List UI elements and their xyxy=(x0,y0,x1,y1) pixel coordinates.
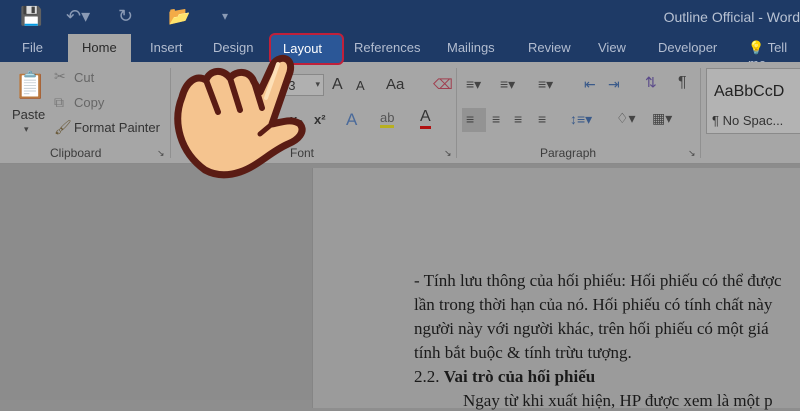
paste-button[interactable]: Paste xyxy=(12,107,45,122)
tab-mailings[interactable]: Mailings xyxy=(447,40,495,55)
tab-home[interactable]: Home xyxy=(68,34,131,62)
increase-indent-icon[interactable]: ⇥ xyxy=(608,76,620,93)
save-icon[interactable]: 💾 xyxy=(20,6,42,27)
document-line: Ngay từ khi xuất hiện, HP được xem là mộ… xyxy=(463,391,773,410)
style-preview: AaBbCcD xyxy=(714,83,785,100)
document-page[interactable]: - Tính lưu thông của hối phiếu: Hối phiế… xyxy=(312,168,800,410)
clear-formatting-icon[interactable]: ⌫ xyxy=(433,76,453,93)
ribbon: 📋 Paste ▾ ✂ Cut ⧉ Copy 🖌 Format Painter … xyxy=(0,62,800,164)
undo-icon[interactable]: ↶▾ xyxy=(66,6,90,27)
title-bar: 💾 ↶▾ ↻ 📂 ▾ Outline Official - Word xyxy=(0,0,800,34)
style-name: ¶ No Spac... xyxy=(712,113,784,128)
customize-toolbar-icon[interactable]: ▾ xyxy=(222,9,228,23)
cut-button[interactable]: Cut xyxy=(74,70,94,85)
shrink-font-button[interactable]: A xyxy=(356,78,365,93)
cut-icon: ✂ xyxy=(54,68,66,84)
divider xyxy=(456,68,457,158)
tab-view[interactable]: View xyxy=(598,40,626,55)
align-right-icon[interactable]: ≡ xyxy=(514,111,522,127)
decrease-indent-icon[interactable]: ⇤ xyxy=(584,76,596,93)
paste-dropdown-icon[interactable]: ▾ xyxy=(24,124,29,135)
copy-button[interactable]: Copy xyxy=(74,95,104,110)
line-spacing-icon[interactable]: ↕≡▾ xyxy=(570,111,592,128)
paragraph-launcher-icon[interactable]: ↘ xyxy=(688,148,696,159)
copy-icon: ⧉ xyxy=(54,94,64,110)
window-title: Outline Official - Word xyxy=(663,9,800,25)
pointing-hand-icon xyxy=(174,54,306,179)
tab-file[interactable]: File xyxy=(22,40,43,55)
tab-references[interactable]: References xyxy=(354,40,420,55)
paragraph-group-label: Paragraph xyxy=(540,146,597,160)
tab-review[interactable]: Review xyxy=(528,40,571,55)
document-line: tính bắt buộc & tính trừu tượng. xyxy=(414,343,632,362)
shading-icon[interactable]: ♢▾ xyxy=(616,110,636,127)
document-line: người này với người khác, trên hối phiếu… xyxy=(414,319,769,338)
align-center-icon[interactable]: ≡ xyxy=(492,111,500,127)
document-line: lần trong thời hạn của nó. Hối phiếu có … xyxy=(414,295,773,314)
font-launcher-icon[interactable]: ↘ xyxy=(444,148,452,159)
document-area: - Tính lưu thông của hối phiếu: Hối phiế… xyxy=(0,164,800,410)
ribbon-tabs: File Home Insert Design Layout Reference… xyxy=(0,33,800,71)
clipboard-group-label: Clipboard xyxy=(50,146,102,160)
highlight-color-icon[interactable]: ab xyxy=(380,110,395,128)
justify-icon[interactable]: ≡ xyxy=(538,111,546,127)
font-color-icon[interactable]: A xyxy=(420,108,431,129)
format-painter-button[interactable]: Format Painter xyxy=(74,120,160,135)
paste-icon[interactable]: 📋 xyxy=(14,70,46,101)
open-folder-icon[interactable]: 📂 xyxy=(168,6,190,27)
redo-icon[interactable]: ↻ xyxy=(118,6,133,27)
document-line: - Tính lưu thông của hối phiếu: Hối phiế… xyxy=(414,271,782,290)
show-formatting-icon[interactable]: ¶ xyxy=(678,74,687,92)
multilevel-list-icon[interactable]: ≡▾ xyxy=(538,76,553,93)
section-heading: 2.2. Vai trò của hối phiếu xyxy=(414,367,595,387)
format-painter-icon: 🖌 xyxy=(54,119,72,135)
numbering-icon[interactable]: ≡▾ xyxy=(500,76,515,93)
heading-number: 2.2. xyxy=(414,367,440,386)
heading-text: Vai trò của hối phiếu xyxy=(443,367,596,386)
align-left-icon[interactable]: ≡ xyxy=(462,108,486,132)
divider xyxy=(700,68,701,158)
lightbulb-icon: 💡 xyxy=(748,40,765,55)
tab-developer[interactable]: Developer xyxy=(658,40,717,55)
borders-icon[interactable]: ▦▾ xyxy=(652,110,672,127)
style-no-spacing[interactable]: AaBbCcD ¶ No Spac... xyxy=(706,68,800,134)
change-case-button[interactable]: Aa xyxy=(386,76,404,93)
bullets-icon[interactable]: ≡▾ xyxy=(466,76,481,93)
sort-icon[interactable]: ⇅ xyxy=(645,74,657,91)
